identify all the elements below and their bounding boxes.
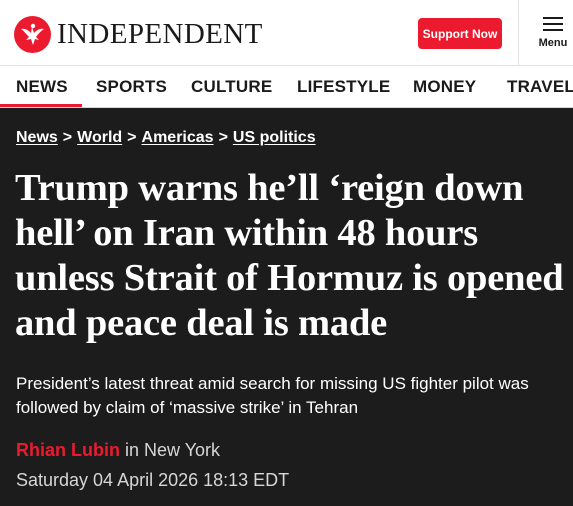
breadcrumb: News > World > Americas > US politics (16, 129, 316, 147)
byline-location: in New York (125, 440, 221, 460)
breadcrumb-us-politics[interactable]: US politics (233, 129, 316, 146)
site-logo[interactable]: INDEPENDENT (14, 16, 263, 53)
breadcrumb-americas[interactable]: Americas (142, 129, 214, 146)
nav-item-news[interactable]: NEWS (16, 77, 68, 97)
author-link[interactable]: Rhian Lubin (16, 440, 120, 460)
nav-item-culture[interactable]: CULTURE (191, 77, 272, 97)
menu-label: Menu (538, 37, 568, 49)
hamburger-menu-icon (543, 17, 563, 31)
article-header: News > World > Americas > US politics Trump wa… (0, 108, 573, 506)
menu-button[interactable]: Menu (519, 0, 573, 66)
nav-item-sports[interactable]: SPORTS (96, 77, 167, 97)
publish-date: Saturday 04 April 2026 18:13 EDT (16, 470, 290, 490)
support-now-button[interactable]: Support Now (418, 18, 502, 49)
nav-item-travel[interactable]: TRAVEL (507, 77, 573, 97)
breadcrumb-separator: > (127, 129, 137, 146)
breadcrumb-news[interactable]: News (16, 129, 58, 146)
article-headline: Trump warns he’ll ‘reign down hell’ on I… (15, 167, 564, 344)
nav-item-lifestyle[interactable]: LIFESTYLE (297, 77, 390, 97)
breadcrumb-world[interactable]: World (77, 129, 122, 146)
breadcrumb-separator: > (62, 129, 73, 146)
eagle-logo-icon (14, 16, 51, 53)
logo-wordmark: INDEPENDENT (57, 18, 263, 50)
breadcrumb-separator: > (218, 129, 228, 146)
nav-item-money[interactable]: MONEY (413, 77, 476, 97)
byline: Rhian Lubin in New York (16, 440, 220, 461)
article-standfirst: President’s latest threat amid search fo… (16, 374, 529, 417)
site-header: INDEPENDENT Support Now Menu (0, 0, 573, 66)
section-nav: NEWS SPORTS CULTURE LIFESTYLE MONEY TRAV… (0, 66, 573, 108)
